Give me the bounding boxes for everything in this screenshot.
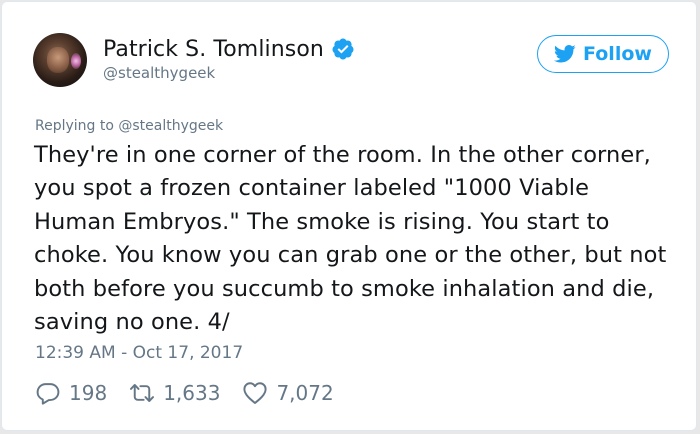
retweet-button[interactable]: 1,633: [129, 380, 220, 406]
replying-to-mention[interactable]: @stealthygeek: [118, 118, 223, 134]
twitter-bird-icon: [554, 44, 576, 64]
retweet-count: 1,633: [163, 381, 221, 405]
author-name-row: Patrick S. Tomlinson: [103, 35, 355, 63]
follow-button[interactable]: Follow: [537, 35, 669, 73]
tweet-text: They're in one corner of the room. In th…: [34, 142, 667, 336]
replying-to-prefix: Replying to: [35, 118, 119, 134]
reply-button[interactable]: 198: [35, 380, 107, 406]
author-name[interactable]: Patrick S. Tomlinson: [103, 37, 324, 62]
like-count: 7,072: [276, 381, 334, 405]
avatar[interactable]: [33, 33, 87, 87]
tweet-card: Patrick S. Tomlinson @stealthygeek Follo…: [1, 1, 697, 431]
follow-button-label: Follow: [583, 43, 652, 65]
reply-count: 198: [69, 381, 108, 405]
author-handle[interactable]: @stealthygeek: [103, 64, 215, 82]
avatar-face: [47, 47, 69, 73]
reply-icon: [36, 383, 60, 405]
tweet-actions: 198 1,633 7,072: [35, 378, 356, 408]
avatar-light: [71, 53, 81, 69]
replying-to: Replying to @stealthygeek: [35, 118, 223, 134]
verified-badge-icon: [331, 37, 355, 61]
like-button[interactable]: 7,072: [242, 380, 334, 406]
tweet-timestamp[interactable]: 12:39 AM - Oct 17, 2017: [35, 343, 243, 363]
retweet-icon: [130, 384, 155, 402]
heart-icon: [243, 382, 268, 404]
